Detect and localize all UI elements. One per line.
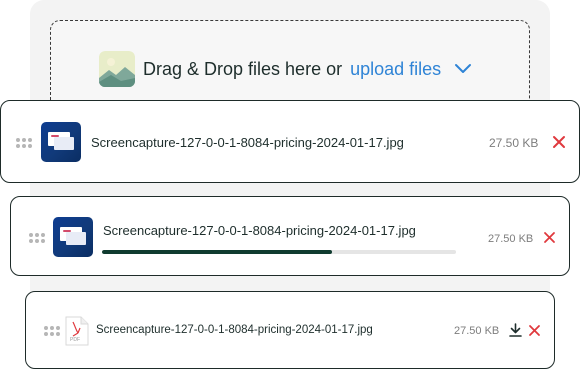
- file-name: Screencapture-127-0-0-1-8084-pricing-202…: [96, 324, 373, 336]
- dropzone-text: Drag & Drop files here or: [143, 58, 343, 79]
- drag-handle-icon[interactable]: [16, 138, 32, 148]
- dropzone-prompt: Drag & Drop files here or upload files: [99, 51, 473, 87]
- file-thumbnail: [41, 122, 81, 162]
- pdf-file-icon: PDF: [65, 316, 89, 346]
- file-item: Screencapture-127-0-0-1-8084-pricing-202…: [10, 196, 570, 276]
- pdf-badge: PDF: [70, 337, 80, 343]
- file-item: Screencapture-127-0-0-1-8084-pricing-202…: [0, 100, 580, 183]
- close-icon[interactable]: [543, 231, 556, 249]
- close-icon[interactable]: [552, 135, 566, 154]
- upload-progress-bar: [102, 250, 456, 254]
- close-icon[interactable]: [528, 324, 541, 342]
- file-size: 27.50 KB: [454, 325, 500, 337]
- drag-handle-icon[interactable]: [44, 326, 60, 336]
- file-name: Screencapture-127-0-0-1-8084-pricing-202…: [91, 135, 404, 150]
- image-icon: [99, 51, 135, 87]
- file-size: 27.50 KB: [488, 233, 534, 245]
- chevron-down-icon[interactable]: [453, 59, 473, 79]
- download-icon[interactable]: [509, 323, 522, 342]
- file-item: PDF Screencapture-127-0-0-1-8084-pricing…: [25, 291, 555, 369]
- drag-handle-icon[interactable]: [29, 233, 45, 243]
- file-thumbnail: [53, 217, 93, 257]
- file-size: 27.50 KB: [489, 136, 539, 150]
- file-upload-widget: Drag & Drop files here or upload files S…: [0, 0, 580, 369]
- upload-files-link[interactable]: upload files: [350, 59, 441, 80]
- upload-progress-fill: [102, 250, 333, 254]
- file-name: Screencapture-127-0-0-1-8084-pricing-202…: [103, 223, 416, 238]
